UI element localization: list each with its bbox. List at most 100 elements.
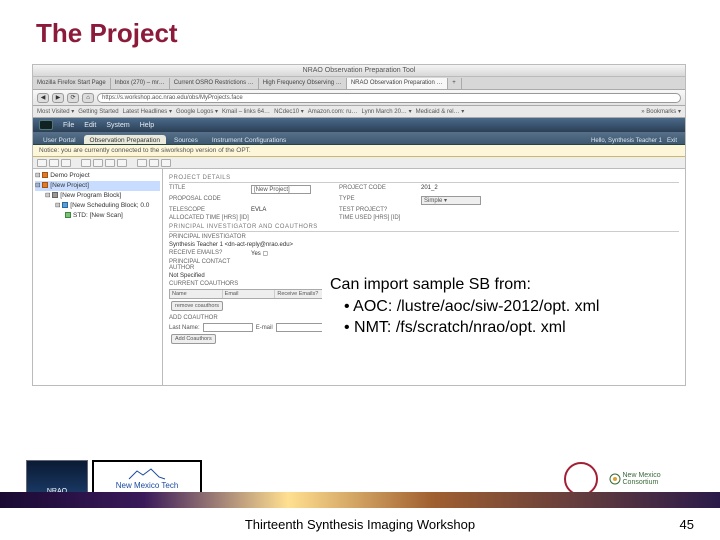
bookmark-item[interactable]: Getting Started	[78, 109, 118, 115]
toolbar-button[interactable]	[93, 159, 103, 167]
menu-system[interactable]: System	[106, 122, 129, 129]
remove-coauthors-button[interactable]: remove coauthors	[171, 301, 223, 311]
col-email: Email	[223, 290, 276, 298]
browser-tab-active[interactable]: NRAO Observation Preparation …	[347, 78, 448, 89]
toolbar-button[interactable]	[137, 159, 147, 167]
overlay-item: AOC: /lustre/aoc/siw-2012/opt. xml	[344, 296, 674, 318]
col-emails: Receive Emails?	[275, 290, 328, 298]
checkbox-receive-emails[interactable]: Yes ▢	[251, 250, 268, 257]
slide-footer: NRAO New Mexico Tech New Mexico Consorti…	[0, 456, 720, 540]
label-proposal-code: PROPOSAL CODE	[169, 196, 251, 205]
page-number: 45	[680, 517, 694, 532]
project-tree: ⊟ Demo Project ⊟ [New Project] ⊟ [New Pr…	[33, 169, 163, 385]
col-name: Name	[170, 290, 223, 298]
label-time-used: TIME USED [HRS] [ID]	[339, 215, 421, 221]
toolbar-button[interactable]	[117, 159, 127, 167]
toolbar-button[interactable]	[37, 159, 47, 167]
menu-help[interactable]: Help	[140, 122, 154, 129]
toolbar-button[interactable]	[161, 159, 171, 167]
slide-title: The Project	[0, 0, 720, 49]
value-project-code: 201_2	[421, 185, 438, 194]
reload-button[interactable]: ⟳	[67, 93, 79, 103]
toolbar-button[interactable]	[149, 159, 159, 167]
browser-tab[interactable]: High Frequency Observing …	[259, 78, 347, 89]
tab-obs-prep[interactable]: Observation Preparation	[84, 135, 166, 144]
overlay-heading: Can import sample SB from:	[330, 274, 674, 296]
user-greeting: Hello, Synthesis Teacher 1 Exit	[591, 138, 681, 144]
app-tabstrip: User Portal Observation Preparation Sour…	[33, 132, 685, 145]
select-type[interactable]: Simple ▾	[421, 196, 481, 205]
value-contact-author: Not Specified	[169, 273, 205, 279]
value-pi: Synthesis Teacher 1 <dn-act-reply@nrao.e…	[169, 242, 293, 248]
nrao-logo: NRAO	[26, 460, 88, 496]
bookmark-item[interactable]: Amazon.com: ru…	[308, 109, 358, 115]
tree-node-program-block[interactable]: ⊟ [New Program Block]	[35, 191, 160, 201]
label-receive-emails: RECEIVE EMAILS?	[169, 250, 251, 257]
label-email: E-mail	[256, 325, 273, 331]
bookmark-item[interactable]: Google Logos ▾	[176, 108, 218, 115]
bookmark-item[interactable]: Medicaid & rel… ▾	[416, 108, 465, 115]
label-title: TITLE	[169, 185, 251, 194]
new-tab-button[interactable]: +	[448, 78, 462, 89]
toolbar-button[interactable]	[61, 159, 71, 167]
coauthor-table: Name Email Receive Emails?	[169, 289, 329, 299]
bookmark-item[interactable]: Lynn March 20… ▾	[361, 108, 411, 115]
notice-banner: Notice: you are currently connected to t…	[33, 145, 685, 157]
decorative-band	[0, 492, 720, 508]
tree-node-project[interactable]: ⊟ Demo Project	[35, 171, 160, 181]
section-pi-coauthors: PRINCIPAL INVESTIGATOR AND COAUTHORS	[169, 224, 679, 232]
browser-tabstrip: Mozilla Firefox Start Page Inbox (270) –…	[33, 77, 685, 90]
label-add-coauthor: ADD COAUTHOR	[169, 315, 251, 321]
nmc-logo: New Mexico Consortium	[606, 467, 692, 491]
tab-sources[interactable]: Sources	[168, 135, 204, 144]
input-email[interactable]	[276, 323, 326, 332]
window-titlebar: NRAO Observation Preparation Tool	[33, 65, 685, 77]
exit-link[interactable]: Exit	[667, 138, 677, 144]
value-telescope: EVLA	[251, 207, 311, 213]
nrao-logo-icon	[39, 120, 53, 130]
sun-icon	[606, 470, 623, 488]
bookmark-item[interactable]: Latest Headlines ▾	[123, 108, 172, 115]
bookmark-item[interactable]: NCdec10 ▾	[274, 108, 304, 115]
tab-user-portal[interactable]: User Portal	[37, 135, 82, 144]
browser-tab[interactable]: Mozilla Firefox Start Page	[33, 78, 111, 89]
bookmark-item[interactable]: Kmail – links 64…	[222, 109, 270, 115]
app-menubar: File Edit System Help	[33, 118, 685, 132]
label-test-project: TEST PROJECT?	[339, 207, 421, 213]
browser-toolbar: ◀ ▶ ⟳ ⌂ https://s.workshop.aoc.nrao.edu/…	[33, 90, 685, 106]
footer-text: Thirteenth Synthesis Imaging Workshop	[0, 517, 720, 532]
add-coauthors-button[interactable]: Add Coauthors	[171, 334, 216, 344]
aui-logo	[564, 462, 598, 496]
tree-node-scan[interactable]: STD: [New Scan]	[35, 211, 160, 221]
input-lastname[interactable]	[203, 323, 253, 332]
bookmark-item[interactable]: Most Visited ▾	[37, 108, 74, 115]
forward-button[interactable]: ▶	[52, 93, 64, 103]
browser-tab[interactable]: Inbox (270) – mr…	[111, 78, 170, 89]
label-telescope: TELESCOPE	[169, 207, 251, 213]
bookmark-overflow[interactable]: » Bookmarks ▾	[641, 108, 681, 115]
back-button[interactable]: ◀	[37, 93, 49, 103]
app-toolbar	[33, 157, 685, 169]
toolbar-button[interactable]	[49, 159, 59, 167]
url-bar[interactable]: https://s.workshop.aoc.nrao.edu/obs/MyPr…	[97, 93, 681, 103]
tab-instrument[interactable]: Instrument Configurations	[206, 135, 292, 144]
home-button[interactable]: ⌂	[82, 93, 94, 103]
menu-file[interactable]: File	[63, 122, 74, 129]
bookmark-bar: Most Visited ▾ Getting Started Latest He…	[33, 106, 685, 118]
label-project-code: PROJECT CODE	[339, 185, 421, 194]
label-pi: PRINCIPAL INVESTIGATOR	[169, 234, 251, 240]
overlay-item: NMT: /fs/scratch/nrao/opt. xml	[344, 317, 674, 339]
nmt-logo: New Mexico Tech	[92, 460, 202, 496]
annotation-overlay: Can import sample SB from: AOC: /lustre/…	[322, 268, 682, 349]
label-contact-author: PRINCIPAL CONTACT AUTHOR	[169, 259, 251, 271]
tree-node-project-selected[interactable]: ⊟ [New Project]	[35, 181, 160, 191]
toolbar-button[interactable]	[81, 159, 91, 167]
browser-tab[interactable]: Current OSRO Restrictions …	[170, 78, 259, 89]
mountain-icon	[127, 467, 167, 481]
menu-edit[interactable]: Edit	[84, 122, 96, 129]
tree-node-sched-block[interactable]: ⊟ [New Scheduling Block; 0.0	[35, 201, 160, 211]
input-title[interactable]: [New Project]	[251, 185, 311, 194]
label-coauthors: CURRENT COAUTHORS	[169, 281, 251, 287]
toolbar-button[interactable]	[105, 159, 115, 167]
label-lastname: Last Name:	[169, 325, 200, 331]
